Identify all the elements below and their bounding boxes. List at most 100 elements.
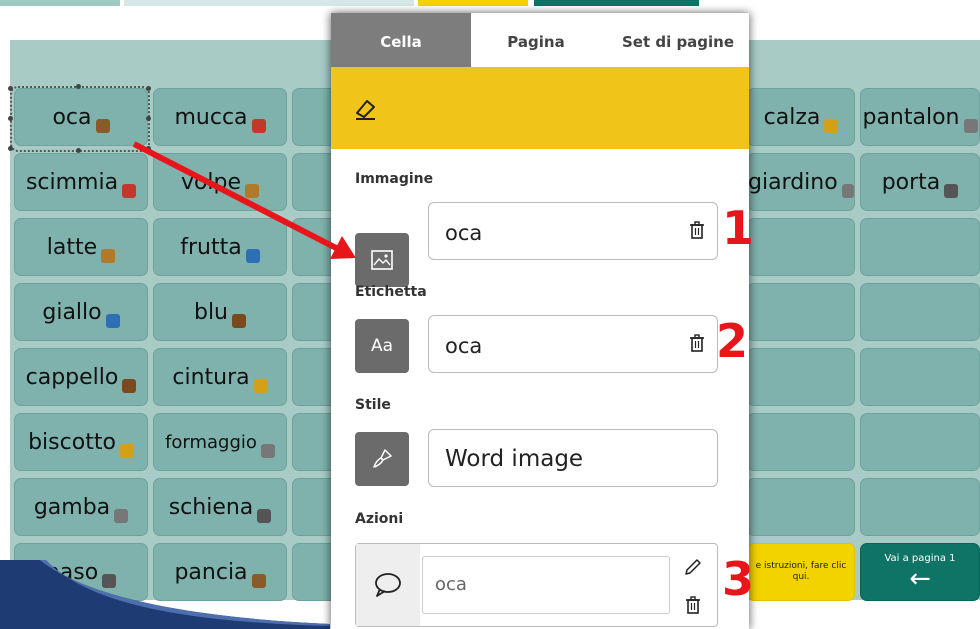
cell-label: mucca bbox=[174, 104, 248, 130]
grid-cell[interactable]: latte bbox=[14, 218, 148, 276]
grid-cell[interactable] bbox=[860, 413, 980, 471]
grid-cell[interactable]: mucca bbox=[153, 88, 287, 146]
tab-pagina[interactable]: Pagina bbox=[471, 13, 601, 67]
grid-cell[interactable]: blu bbox=[153, 283, 287, 341]
grid-cell[interactable]: formaggio bbox=[153, 413, 287, 471]
grid-cell[interactable]: giallo bbox=[14, 283, 148, 341]
image-icon bbox=[371, 250, 393, 270]
cell-label: biscotto bbox=[28, 429, 116, 455]
grid-cell[interactable]: gamba bbox=[14, 478, 148, 536]
label-field-value: oca bbox=[445, 334, 483, 358]
grid-cell[interactable]: porta bbox=[860, 153, 980, 211]
pencil-icon[interactable] bbox=[684, 558, 702, 576]
eraser-icon[interactable] bbox=[353, 95, 379, 121]
style-section-label: Stile bbox=[355, 397, 391, 413]
action-type-area bbox=[356, 544, 420, 626]
actions-section-label: Azioni bbox=[355, 511, 404, 527]
grid-cell[interactable] bbox=[747, 413, 855, 471]
cell-label: latte bbox=[46, 234, 98, 260]
image-section-label: Immagine bbox=[355, 171, 434, 187]
cell-picture-icon bbox=[841, 184, 854, 198]
cell-picture-icon bbox=[944, 184, 959, 198]
cell-picture-icon bbox=[245, 184, 260, 198]
action-item[interactable]: oca bbox=[355, 543, 718, 627]
cell-picture-icon bbox=[114, 509, 129, 523]
cell-picture-icon bbox=[824, 119, 839, 133]
grid-cell[interactable]: scimmia bbox=[14, 153, 148, 211]
selected-cell-outline bbox=[10, 86, 150, 152]
image-picker-button[interactable] bbox=[355, 233, 409, 287]
grid-cell[interactable] bbox=[860, 218, 980, 276]
style-button[interactable] bbox=[355, 432, 409, 486]
tab-set-di-pagine[interactable]: Set di pagine bbox=[593, 13, 749, 67]
cell-label: calza bbox=[763, 104, 821, 130]
grid-cell[interactable] bbox=[860, 283, 980, 341]
cell-label: giardino bbox=[748, 169, 838, 195]
cell-picture-icon bbox=[257, 509, 272, 523]
cell-label: frutta bbox=[180, 234, 242, 260]
goto-page-label: Vai a pagina 1 bbox=[884, 552, 956, 564]
cell-picture-icon bbox=[253, 379, 268, 393]
cell-label: formaggio bbox=[165, 431, 257, 453]
grid-cell[interactable]: cappello bbox=[14, 348, 148, 406]
panel-tabs: Cella Pagina Set di pagine bbox=[331, 13, 749, 67]
cell-label: blu bbox=[193, 299, 229, 325]
style-field[interactable]: Word image bbox=[428, 429, 718, 487]
annotation-number-1: 1 bbox=[722, 201, 755, 255]
style-field-value: Word image bbox=[445, 446, 584, 472]
cell-picture-icon bbox=[101, 249, 116, 263]
grid-cell[interactable] bbox=[747, 283, 855, 341]
brush-icon bbox=[373, 449, 392, 468]
grid-cell[interactable] bbox=[747, 348, 855, 406]
cell-picture-icon bbox=[122, 379, 137, 393]
goto-page-button[interactable]: Vai a pagina 1 ← bbox=[860, 543, 980, 601]
grid-cell[interactable]: pantalon bbox=[860, 88, 980, 146]
grid-cell[interactable]: schiena bbox=[153, 478, 287, 536]
action-text-value: oca bbox=[435, 574, 467, 595]
grid-cell[interactable]: giardino bbox=[747, 153, 855, 211]
cell-label: giallo bbox=[42, 299, 102, 325]
arrow-left-icon: ← bbox=[909, 563, 931, 594]
grid-cell[interactable]: cintura bbox=[153, 348, 287, 406]
grid-cell[interactable]: frutta bbox=[153, 218, 287, 276]
decorative-swoosh bbox=[0, 560, 330, 629]
annotation-number-2: 2 bbox=[716, 314, 749, 368]
cell-label: porta bbox=[881, 169, 941, 195]
cell-picture-icon bbox=[963, 119, 978, 133]
cell-label: cintura bbox=[172, 364, 250, 390]
action-text-field[interactable]: oca bbox=[422, 556, 670, 614]
grid-cell[interactable] bbox=[747, 218, 855, 276]
grid-cell[interactable] bbox=[860, 348, 980, 406]
trash-icon[interactable] bbox=[689, 221, 705, 239]
panel-toolbar bbox=[331, 67, 749, 149]
instructions-button[interactable]: e istruzioni, fare clic qui. bbox=[747, 543, 855, 601]
label-style-button[interactable]: Aa bbox=[355, 319, 409, 373]
trash-icon[interactable] bbox=[685, 596, 701, 614]
cell-picture-icon bbox=[245, 249, 260, 263]
annotation-number-3: 3 bbox=[722, 552, 755, 606]
cell-picture-icon bbox=[251, 119, 266, 133]
cell-label: volpe bbox=[180, 169, 242, 195]
text-icon: Aa bbox=[370, 336, 394, 356]
cell-picture-icon bbox=[105, 314, 120, 328]
grid-cell[interactable] bbox=[860, 478, 980, 536]
grid-cell[interactable]: calza bbox=[747, 88, 855, 146]
cell-label: scimmia bbox=[25, 169, 119, 195]
grid-cell[interactable]: volpe bbox=[153, 153, 287, 211]
cell-picture-icon bbox=[119, 444, 134, 458]
cell-properties-panel: Cella Pagina Set di pagine Immagine oca … bbox=[331, 13, 749, 629]
cell-picture-icon bbox=[122, 184, 137, 198]
label-section-label: Etichetta bbox=[355, 284, 427, 300]
grid-cell[interactable] bbox=[747, 478, 855, 536]
cell-picture-icon bbox=[260, 444, 275, 458]
grid-cell[interactable]: biscotto bbox=[14, 413, 148, 471]
label-field[interactable]: oca bbox=[428, 315, 718, 373]
cell-label: schiena bbox=[168, 494, 254, 520]
image-field[interactable]: oca bbox=[428, 202, 718, 260]
cell-label: gamba bbox=[33, 494, 111, 520]
cell-label: pantalon bbox=[862, 104, 960, 130]
cell-picture-icon bbox=[232, 314, 247, 328]
top-strip bbox=[0, 0, 980, 8]
trash-icon[interactable] bbox=[689, 334, 705, 352]
tab-cella[interactable]: Cella bbox=[331, 13, 471, 67]
